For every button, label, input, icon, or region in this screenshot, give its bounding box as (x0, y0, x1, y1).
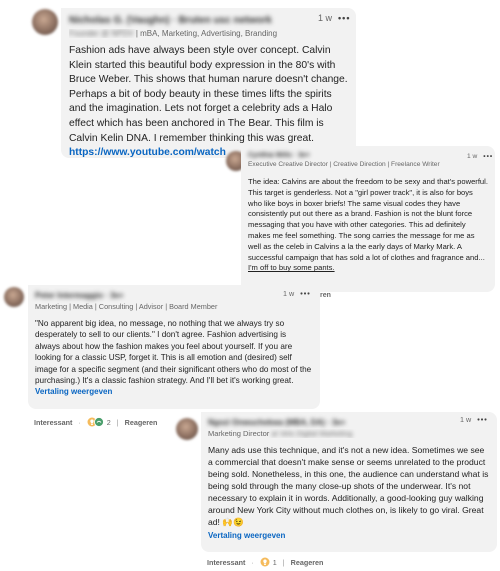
comment-bubble: Peter Intermaggio · 3e+ Marketing | Medi… (28, 285, 320, 409)
comment-bubble: Cynthia Wills · 3e+ Executive Creative D… (241, 146, 495, 292)
translate-link[interactable]: Vertaling weergeven (35, 387, 313, 396)
more-options-icon[interactable]: ••• (300, 289, 311, 298)
separator: | (282, 557, 285, 567)
author-headline-text: | mBA, Marketing, Advertising, Branding (135, 29, 278, 38)
comment-underlined-text: I'm off to buy some pants. (248, 263, 335, 273)
comment-bubble: Ngozi Onwuchekwa (MBA, DA) · 3e+ Marketi… (201, 412, 497, 552)
separator: | (116, 417, 119, 427)
author-headline: Marketing | Media | Consulting | Advisor… (35, 302, 218, 311)
separator: · (78, 417, 81, 427)
timestamp: 1 w (460, 415, 472, 424)
reply-button[interactable]: Reageren (291, 558, 324, 567)
comment-body: Fashion ads have always been style over … (69, 45, 348, 144)
comment-text: Fashion ads have always been style over … (69, 44, 348, 161)
reaction-count: 2 (106, 417, 111, 427)
more-options-icon[interactable]: ••• (477, 415, 488, 424)
avatar[interactable] (176, 418, 198, 440)
author-headline-blurred: Founder @ NPDV (69, 29, 134, 38)
comment-text: "No apparent big idea, no message, no no… (35, 319, 312, 386)
reaction-count: 1 (272, 557, 277, 567)
author-headline: Founder @ NPDV | mBA, Marketing, Adverti… (69, 29, 348, 38)
author-name[interactable]: Ngozi Onwuchekwa (MBA, DA) · 3e+ (208, 418, 490, 427)
more-options-icon[interactable]: ••• (483, 153, 493, 160)
author-headline-text: Marketing Director (208, 429, 270, 438)
comment-meta: 1 w ••• (318, 13, 350, 23)
comment-meta: 1 w ••• (283, 289, 311, 298)
comment-actions: Interessant · 2 | Reageren (34, 417, 157, 427)
reactions[interactable]: 2 (87, 417, 111, 427)
comment-actions: Interessant · 1 | Reageren (207, 557, 323, 567)
comment-bubble: Nicholas G. (Vaughn) · Bruten usc networ… (61, 8, 356, 158)
timestamp: 1 w (318, 13, 333, 23)
like-button[interactable]: Interessant (207, 558, 245, 567)
reactions[interactable]: 1 (260, 557, 277, 567)
reply-button[interactable]: Reageren (125, 418, 158, 427)
comment-text: The idea: Calvins are about the freedom … (248, 177, 488, 274)
comment-meta: 1 w ••• (467, 153, 493, 160)
comment-meta: 1 w ••• (460, 415, 488, 424)
author-headline: Executive Creative Director | Creative D… (248, 161, 440, 168)
author-name[interactable]: Nicholas G. (Vaughn) · Bruten usc networ… (69, 15, 348, 26)
comment-text: Many ads use this technique, and it's no… (208, 445, 489, 527)
separator: · (251, 557, 254, 567)
timestamp: 1 w (283, 289, 295, 298)
avatar[interactable] (32, 9, 58, 35)
translate-link[interactable]: Vertaling weergeven (208, 531, 490, 540)
author-name[interactable]: Cynthia Wills · 3e+ (248, 152, 488, 159)
timestamp: 1 w (467, 153, 478, 160)
avatar[interactable] (4, 287, 24, 307)
insightful-reaction-icon (260, 557, 270, 567)
more-options-icon[interactable]: ••• (338, 13, 350, 23)
author-headline: Marketing Director at Vets Digital Marke… (208, 429, 490, 438)
author-headline-blurred: at Vets Digital Marketing (271, 429, 353, 438)
support-reaction-icon (93, 417, 104, 427)
comment-body: The idea: Calvins are about the freedom … (248, 177, 488, 262)
like-button[interactable]: Interessant (34, 418, 72, 427)
author-name[interactable]: Peter Intermaggio · 3e+ (35, 291, 313, 300)
